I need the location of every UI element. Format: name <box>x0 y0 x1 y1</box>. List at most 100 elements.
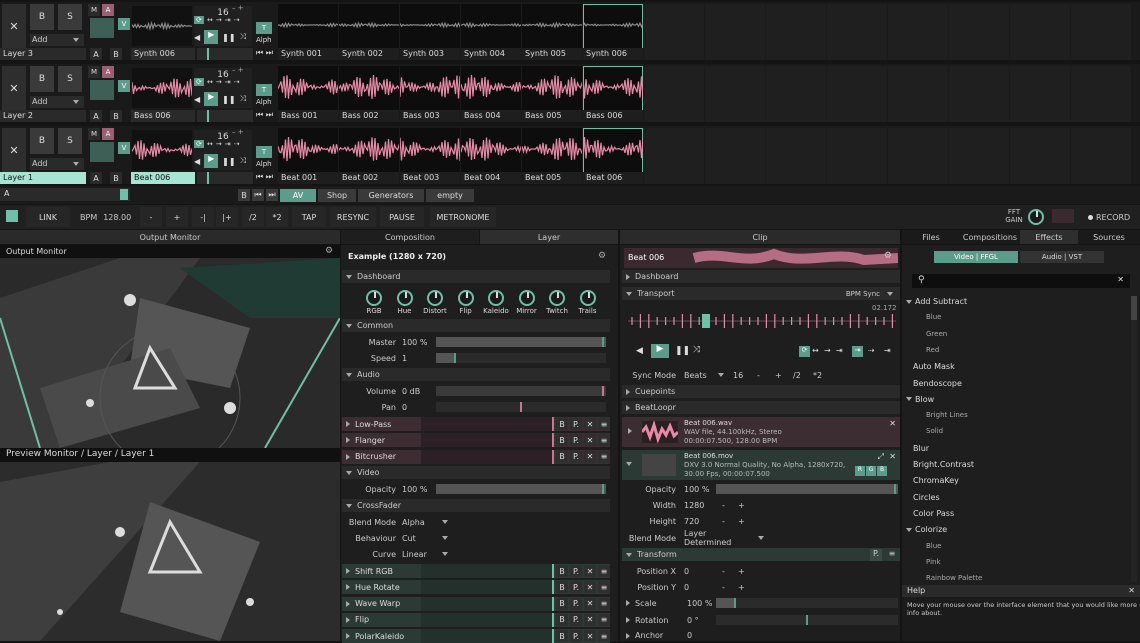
dashboard-knob[interactable] <box>396 290 413 306</box>
layer-bypass-button[interactable]: B <box>30 128 54 154</box>
rotation-slider[interactable] <box>716 615 898 625</box>
effect-menu-icon[interactable]: ≡ <box>598 597 610 610</box>
clip-timeline[interactable] <box>628 312 896 330</box>
layer-crossfade-a[interactable]: A <box>90 110 102 122</box>
clip-slot[interactable] <box>705 4 765 60</box>
effect-preset-item[interactable]: Bright Lines <box>926 411 968 419</box>
play-icon[interactable]: ▶ <box>204 154 219 168</box>
preset-button[interactable]: P. <box>870 548 882 561</box>
effect-row[interactable]: Low-Pass B P. ✕ ≡ <box>342 417 610 431</box>
effect-mix-slider[interactable] <box>421 449 552 464</box>
jump-icon[interactable]: ⇢ <box>234 140 240 148</box>
layer-audio-button[interactable]: A <box>102 128 114 140</box>
dashboard-knob[interactable] <box>457 290 474 306</box>
layer-crossfade-a[interactable]: A <box>90 172 102 184</box>
effect-bypass-button[interactable]: B <box>556 565 568 577</box>
clip-slot[interactable]: Synth 001 <box>278 4 338 60</box>
clip-slot[interactable] <box>888 128 948 184</box>
jump-icon[interactable]: ⇢ <box>234 16 240 24</box>
close-icon[interactable]: ✕ <box>889 452 896 461</box>
height-minus-button[interactable]: - <box>722 517 738 526</box>
effect-item[interactable]: ChromaKey <box>913 476 959 485</box>
effect-remove-icon[interactable]: ✕ <box>584 450 596 463</box>
play-reverse-icon[interactable]: ◀ <box>636 346 643 356</box>
gear-icon[interactable]: ⚙ <box>325 246 333 256</box>
clip-slot[interactable]: Beat 002 <box>339 128 399 184</box>
master-slider[interactable] <box>436 337 606 347</box>
pause-icon[interactable]: ❚❚ <box>222 33 235 42</box>
clip-slot[interactable] <box>644 4 704 60</box>
jump-icon[interactable]: ⇥ <box>852 346 863 357</box>
cuepoints-header[interactable]: Cuepoints <box>622 385 900 398</box>
layer-transition-button[interactable]: T <box>256 146 272 158</box>
layer-position-bar[interactable] <box>197 110 253 122</box>
curve-select[interactable]: Linear <box>402 550 438 559</box>
effect-preset-item[interactable]: Red <box>926 346 939 354</box>
clip-slot[interactable]: Bass 004 <box>461 66 521 122</box>
layer-transition-button[interactable]: T <box>256 22 272 34</box>
layer-solo-button[interactable]: S <box>58 4 82 30</box>
next-deck-icon[interactable]: ⏭ <box>266 189 278 201</box>
transform-header[interactable]: Transform P. ≡ <box>622 548 900 561</box>
beats-value[interactable]: 16 <box>733 371 757 380</box>
clip-slot[interactable]: Beat 001 <box>278 128 338 184</box>
effect-preset-item[interactable]: Pink <box>926 558 941 566</box>
effect-preset-button[interactable]: P. <box>570 418 582 430</box>
bpm-minus-button[interactable]: - <box>140 207 162 227</box>
play-icon[interactable]: ▶ <box>204 30 219 44</box>
beats-plus-button[interactable]: + <box>775 371 793 380</box>
random-icon[interactable]: ⤨ <box>240 32 246 42</box>
layer-transition-button[interactable]: T <box>256 84 272 96</box>
clip-slot[interactable] <box>949 128 1009 184</box>
effect-menu-icon[interactable]: ≡ <box>598 565 610 577</box>
scale-slider[interactable] <box>716 598 898 608</box>
scrollbar-thumb[interactable] <box>1131 296 1137 320</box>
channel-r-toggle[interactable]: R <box>855 466 865 476</box>
position-y-minus[interactable]: - <box>722 583 738 592</box>
pause-icon[interactable]: ❚❚ <box>222 95 235 104</box>
audio-header[interactable]: Audio <box>342 368 610 381</box>
effect-row[interactable]: Flanger B P. ✕ ≡ <box>342 433 610 448</box>
stop-icon[interactable]: ⇥ <box>225 16 231 24</box>
clip-slot[interactable]: Beat 006 <box>583 128 643 184</box>
width-value[interactable]: 1280 <box>684 501 722 510</box>
clip-slot[interactable] <box>766 4 826 60</box>
clip-slot[interactable] <box>949 4 1009 60</box>
position-x-value[interactable]: 0 <box>684 567 722 576</box>
layer-video-button[interactable]: V <box>118 18 130 30</box>
effect-mix-slider[interactable] <box>421 612 552 627</box>
layer-prev-next-icons[interactable]: ⏮ ⏭ <box>256 48 273 58</box>
clip-slot[interactable]: Synth 003 <box>400 4 460 60</box>
beats-half-button[interactable]: /2 <box>793 371 813 380</box>
layer-close-icon[interactable]: ✕ <box>2 128 26 172</box>
height-plus-button[interactable]: + <box>738 517 745 526</box>
pause-icon[interactable]: ❚❚ <box>222 157 235 166</box>
tab-files[interactable]: Files <box>902 230 960 244</box>
effect-preset-item[interactable]: Solid <box>926 427 943 435</box>
layer-opacity-fader[interactable] <box>90 142 114 162</box>
dashboard-knob[interactable] <box>549 290 565 306</box>
layer-crossfade-a[interactable]: A <box>90 48 102 60</box>
effect-mix-slider[interactable] <box>421 417 552 431</box>
layer-solo-button[interactable]: S <box>58 66 82 92</box>
layer-close-icon[interactable]: ✕ <box>2 66 26 110</box>
layer-time-controls[interactable]: – + <box>232 128 256 138</box>
layer-blend-select[interactable]: Add <box>30 158 84 170</box>
forward-icon[interactable]: → <box>216 78 222 86</box>
forward-icon[interactable]: → <box>216 16 222 24</box>
width-plus-button[interactable]: + <box>738 501 745 510</box>
effects-search-input[interactable]: ⚲ ✕ <box>912 274 1130 288</box>
clip-slot[interactable] <box>888 66 948 122</box>
prev-deck-icon[interactable]: ⏮ <box>252 189 264 201</box>
clip-slot[interactable]: Beat 004 <box>461 128 521 184</box>
tab-sources[interactable]: Sources <box>1078 230 1140 244</box>
clip-slot[interactable] <box>644 128 704 184</box>
effect-preset-button[interactable]: P. <box>570 630 582 643</box>
clip-blend-row[interactable]: Blend Mode Layer Determined <box>622 529 900 547</box>
crossfader-a-track[interactable]: A <box>0 188 130 201</box>
deck-tab-generators[interactable]: Generators <box>358 189 424 202</box>
clip-slot[interactable]: Synth 004 <box>461 4 521 60</box>
next-icon[interactable]: ⇢ <box>868 346 875 355</box>
nudge-right-button[interactable]: |+ <box>216 207 238 227</box>
layer-close-icon[interactable]: ✕ <box>2 4 26 48</box>
